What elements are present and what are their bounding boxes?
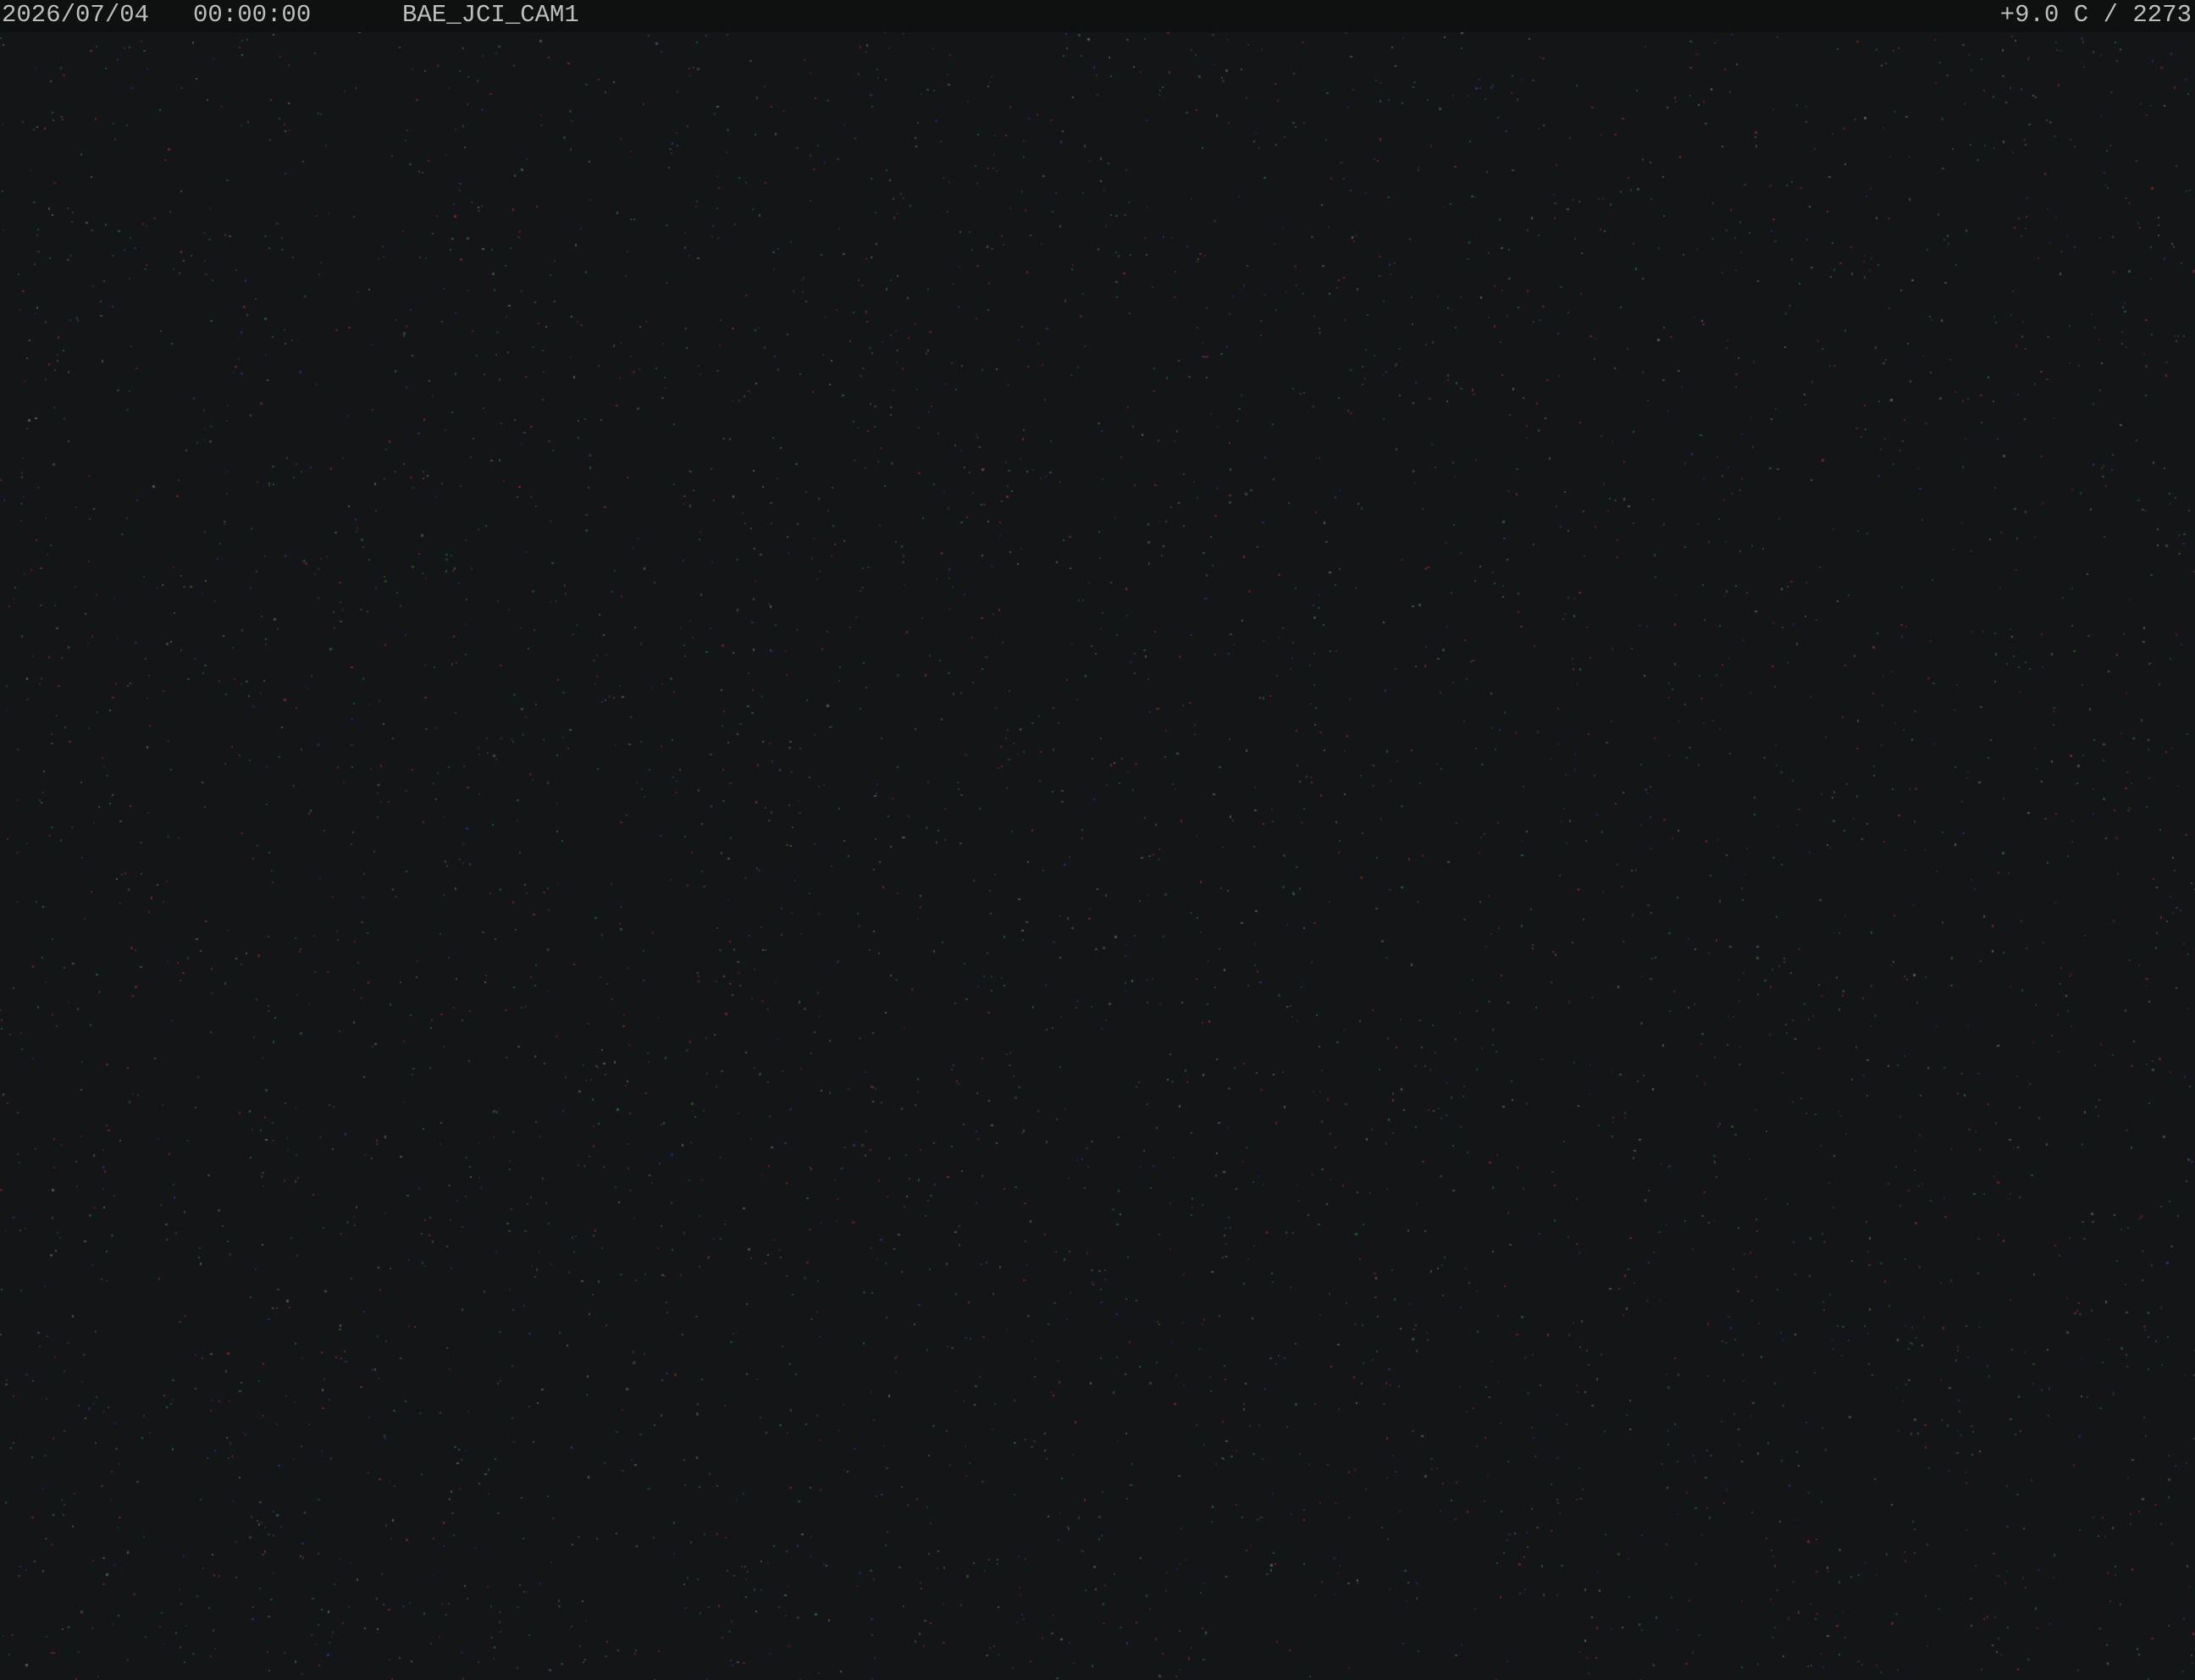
camera-name: BAE_JCI_CAM1 [402,1,579,29]
night-sky-image [0,0,2195,1680]
timestamp-time: 00:00:00 [193,1,312,29]
status-readout: +9.0 C / 2273 [1999,1,2192,29]
camera-overlay-bar: 2026/07/04 00:00:00 BAE_JCI_CAM1 +9.0 C … [0,0,2195,32]
camera-frame: 2026/07/04 00:00:00 BAE_JCI_CAM1 +9.0 C … [0,0,2195,1680]
timestamp-date: 2026/07/04 [2,1,150,29]
